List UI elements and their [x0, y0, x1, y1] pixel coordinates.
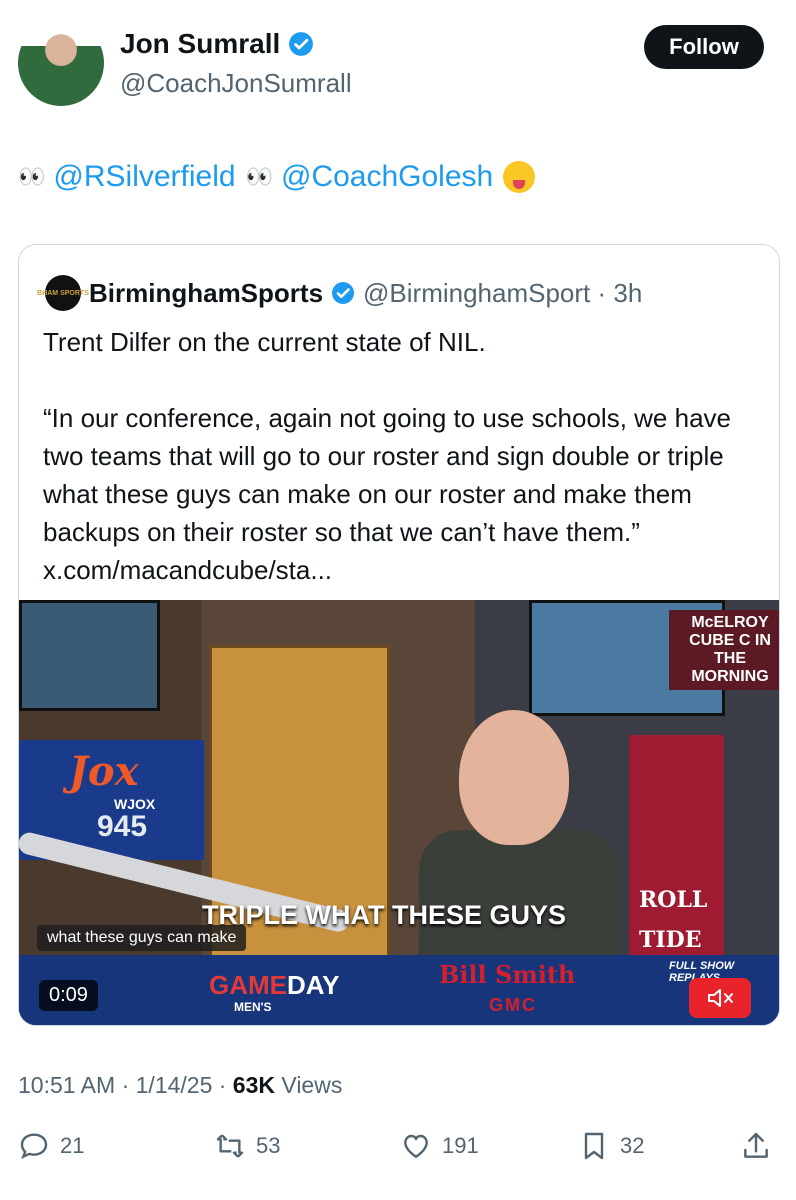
verified-badge-icon [289, 32, 314, 56]
bookmark-icon [584, 1132, 604, 1160]
bookmark-button[interactable]: 32 [578, 1130, 644, 1162]
sponsor-logo: Bill Smith [439, 960, 576, 989]
mention-link[interactable]: @RSilverfield [53, 160, 235, 194]
video-player[interactable]: McELROY CUBE C IN THE MORNING Jox WJOX 9… [19, 600, 779, 1025]
mention-link[interactable]: @CoachGolesh [281, 160, 493, 194]
tv-screen-left [19, 600, 160, 711]
station-freq: 945 [97, 810, 148, 843]
speaker-muted-icon [708, 989, 733, 1007]
like-button[interactable]: 191 [400, 1130, 479, 1162]
action-bar: 21 53 191 32 [18, 1130, 778, 1170]
banner-text: ROLL TIDE [639, 887, 708, 953]
quoted-handle-time: @BirminghamSport · 3h [363, 277, 643, 308]
tweet-text: 👀 @RSilverfield 👀 @CoachGolesh [18, 160, 536, 194]
heart-icon [404, 1134, 428, 1159]
quoted-avatar[interactable]: BHAM SPORTS [37, 275, 89, 311]
avatar[interactable] [18, 20, 104, 106]
sponsor-brand: GMC [489, 995, 537, 1015]
quoted-text-line: Trent Dilfer on the current state of NIL… [43, 327, 486, 357]
gameday-sub: MEN'S [234, 1000, 272, 1014]
share-button[interactable] [740, 1130, 772, 1162]
lower-third-bar [19, 955, 779, 1025]
reply-icon [20, 1133, 48, 1160]
timestamp[interactable]: 10:51 AM · 1/14/25 · [18, 1072, 233, 1098]
views-label: Views [275, 1072, 343, 1098]
author-name[interactable]: Jon Sumrall [120, 28, 280, 60]
tweet-meta: 10:51 AM · 1/14/25 · 63K Views [18, 1072, 342, 1099]
reply-button[interactable]: 21 [18, 1130, 84, 1162]
quoted-author-name[interactable]: BirminghamSports [89, 278, 323, 309]
repost-count: 53 [256, 1133, 281, 1158]
author-name-row[interactable]: Jon Sumrall [120, 28, 314, 60]
gameday-logo: GAMEDAY [209, 970, 340, 1001]
show-logo: McELROY CUBE C IN THE MORNING [669, 610, 779, 690]
like-count: 191 [442, 1133, 479, 1158]
verified-badge-icon [332, 282, 355, 304]
share-icon [744, 1132, 768, 1158]
auto-caption: what these guys can make [37, 925, 247, 951]
views-count: 63K [232, 1072, 275, 1098]
repost-icon [216, 1134, 244, 1158]
follow-button[interactable]: Follow [644, 25, 764, 69]
station-logo: Jox [69, 748, 139, 795]
quoted-tweet-text: Trent Dilfer on the current state of NIL… [43, 323, 763, 589]
repost-button[interactable]: 53 [214, 1130, 280, 1162]
author-handle[interactable]: @CoachJonSumrall [120, 68, 352, 99]
speaker-head [459, 710, 569, 845]
reply-count: 21 [60, 1133, 85, 1158]
eyes-emoji-icon: 👀 [18, 164, 45, 189]
quoted-tweet[interactable]: BHAM SPORTS BirminghamSports @Birmingham… [18, 244, 780, 1026]
gameday-logo-b: DAY [287, 970, 340, 1000]
quoted-text-quote: “In our conference, again not going to u… [43, 403, 731, 585]
video-timer: 0:09 [39, 980, 98, 1011]
eyes-emoji-icon: 👀 [245, 164, 273, 189]
speaker [419, 710, 619, 970]
mute-button[interactable] [689, 978, 751, 1018]
quoted-tweet-header: BHAM SPORTS BirminghamSports @Birmingham… [37, 275, 643, 311]
bookmark-count: 32 [620, 1133, 645, 1158]
winking-tongue-emoji-icon [503, 161, 536, 193]
gameday-logo-a: GAME [209, 970, 287, 1000]
